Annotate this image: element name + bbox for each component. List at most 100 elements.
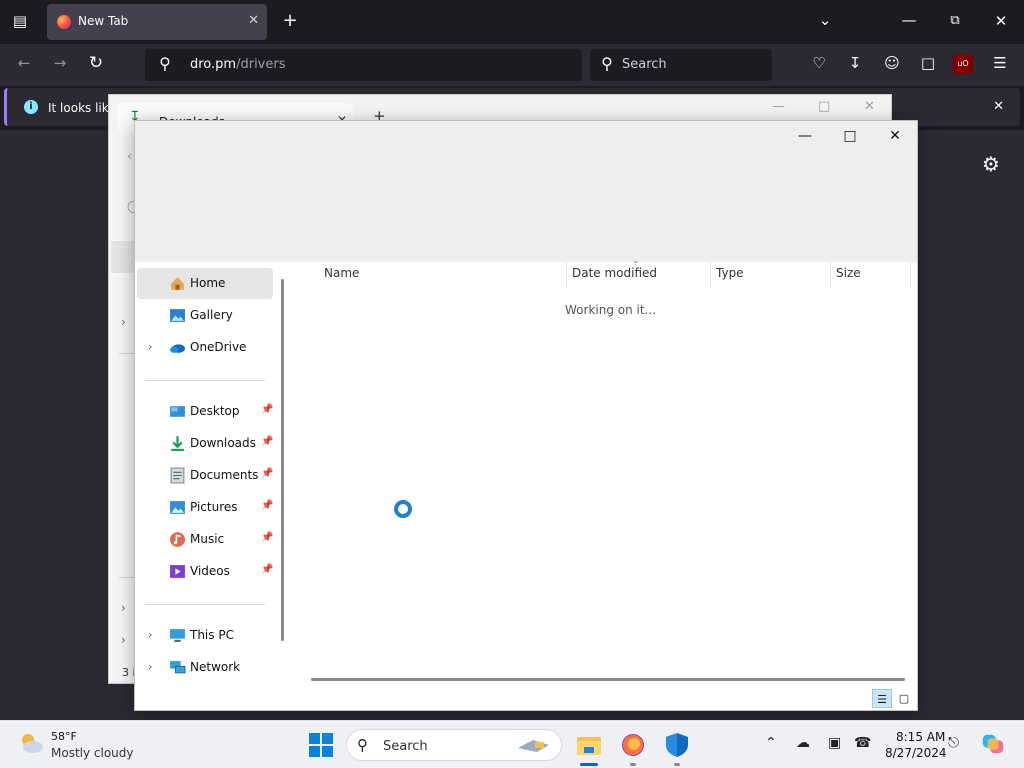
nav-item-network[interactable]: › Network [137, 652, 273, 683]
defender-shield-icon[interactable] [663, 731, 691, 759]
tiles-view-icon[interactable]: ▢ [894, 689, 914, 708]
extensions-icon[interactable]: □ [917, 53, 939, 75]
restore-icon[interactable]: ⧉ [944, 11, 966, 33]
close-window-icon[interactable]: ✕ [864, 99, 875, 114]
clock-time[interactable]: 8:15 AM [896, 730, 945, 744]
close-notification-icon[interactable]: ✕ [993, 99, 1004, 114]
chevron-right-icon[interactable]: › [121, 315, 126, 329]
forward-arrow-icon[interactable]: → [49, 53, 71, 75]
network-icon [170, 661, 186, 674]
details-view-icon[interactable]: ☰ [872, 689, 892, 708]
back-arrow-icon[interactable]: ← [13, 53, 35, 75]
minimize-icon[interactable]: — [898, 10, 920, 32]
pin-icon[interactable]: 📌 [261, 564, 273, 575]
start-tile [322, 746, 333, 757]
document-icon [170, 467, 185, 484]
pin-icon[interactable]: 📌 [261, 404, 273, 415]
nav-label: Network [190, 660, 241, 674]
taskbar-search[interactable]: ⚲ Search [346, 729, 562, 761]
loading-spinner-icon [394, 500, 412, 518]
pin-icon[interactable]: 📌 [261, 468, 273, 479]
maximize-icon[interactable]: □ [830, 125, 870, 147]
copilot-icon[interactable] [980, 731, 1006, 757]
column-header-name[interactable]: Name [324, 266, 359, 290]
file-list: Name ⌄ Date modified Type Size Working o… [290, 256, 917, 688]
nav-item-pictures[interactable]: Pictures 📌 [137, 492, 273, 523]
search-highlight-icon [518, 740, 549, 752]
pocket-icon[interactable]: ♡ [808, 53, 830, 75]
weather-temperature[interactable]: 58°F [51, 730, 77, 743]
divider [145, 604, 265, 605]
weather-condition[interactable]: Mostly cloudy [51, 746, 134, 760]
url-bar[interactable]: ⚲ dro.pm/drivers [145, 49, 582, 81]
search-icon: ⚲ [601, 54, 613, 73]
nav-label: Desktop [190, 404, 240, 418]
menu-hamburger-icon[interactable]: ☰ [989, 53, 1011, 75]
pin-icon[interactable]: 📌 [261, 532, 273, 543]
search-icon: ⚲ [159, 54, 171, 73]
close-window-icon[interactable]: ✕ [875, 125, 915, 147]
nav-item-gallery[interactable]: Gallery [137, 300, 273, 331]
cloud-offline-icon[interactable]: ☁ [796, 735, 810, 751]
divider [910, 262, 911, 288]
tab-title: New Tab [78, 14, 129, 28]
nav-item-desktop[interactable]: Desktop 📌 [137, 396, 273, 427]
network-status-icon[interactable]: ☎ [854, 735, 871, 751]
new-tab-plus-icon[interactable]: + [279, 11, 301, 33]
start-tile [309, 746, 320, 757]
horizontal-scrollbar[interactable] [311, 678, 905, 681]
partly-cloudy-icon [22, 734, 43, 753]
column-header-type[interactable]: Type [716, 266, 744, 290]
chevron-up-icon[interactable]: ⌃ [765, 735, 777, 751]
firefox-icon[interactable] [619, 731, 647, 759]
clock-date[interactable]: 8/27/2024 [885, 746, 947, 760]
bg-nav-strip: ‹ ◯ › › › 3 i [109, 131, 140, 681]
ublock-icon[interactable]: uO [953, 54, 973, 74]
notification-bell-icon[interactable]: ⎋ [948, 735, 959, 751]
nav-item-onedrive[interactable]: › OneDrive [137, 332, 273, 363]
picture-icon [170, 501, 185, 514]
tab-list-icon[interactable]: ▤ [9, 11, 31, 33]
reload-icon[interactable]: ↻ [85, 53, 107, 75]
chevron-right-icon[interactable]: › [121, 601, 126, 615]
downloads-icon[interactable]: ↧ [844, 53, 866, 75]
nav-item-home[interactable]: Home [137, 268, 273, 299]
gear-icon[interactable]: ⚙ [982, 152, 1000, 176]
file-dialog-window[interactable]: — □ ✕ Home Gallery › OneDrive Desktop 📌 … [134, 120, 918, 711]
tab-new-tab[interactable]: New Tab ✕ [47, 4, 267, 40]
chevron-right-icon[interactable]: › [148, 340, 152, 353]
nav-item-downloads[interactable]: Downloads 📌 [137, 428, 273, 459]
web-search-bar[interactable]: ⚲ Search [590, 49, 772, 81]
chevron-down-icon[interactable]: ⌄ [814, 10, 836, 32]
nav-item-videos[interactable]: Videos 📌 [137, 556, 273, 587]
browser-tabbar: ▤ New Tab ✕ + ⌄ — ⧉ ✕ [0, 0, 1024, 44]
nav-item-music[interactable]: Music 📌 [137, 524, 273, 555]
chevron-right-icon[interactable]: › [148, 628, 152, 641]
column-header-date-modified[interactable]: Date modified [572, 266, 657, 290]
nav-label: OneDrive [190, 340, 247, 354]
pin-icon[interactable]: 📌 [261, 436, 273, 447]
file-explorer-icon[interactable] [575, 731, 603, 759]
column-header-size[interactable]: Size [836, 266, 861, 290]
maximize-icon[interactable]: □ [818, 99, 830, 114]
back-arrow-icon[interactable]: ‹ [127, 149, 132, 163]
close-window-icon[interactable]: ✕ [990, 11, 1012, 33]
account-icon[interactable]: ☺ [881, 53, 903, 75]
notification-text: It looks like [48, 101, 116, 115]
nav-item-documents[interactable]: Documents 📌 [137, 460, 273, 491]
nav-item-this-pc[interactable]: › This PC [137, 620, 273, 651]
minimize-icon[interactable]: — [785, 125, 825, 147]
sort-chevron-icon: ⌄ [632, 256, 640, 266]
device-icon[interactable]: ▣ [828, 735, 841, 751]
chevron-right-icon[interactable]: › [121, 633, 126, 647]
minimize-icon[interactable]: — [772, 99, 785, 114]
more-options-icon[interactable]: … [893, 103, 906, 118]
chevron-right-icon[interactable]: › [148, 660, 152, 673]
windows-start-icon[interactable] [309, 733, 333, 757]
music-icon [170, 532, 185, 547]
close-tab-icon[interactable]: ✕ [248, 13, 259, 28]
search-icon: ⚲ [357, 736, 368, 754]
taskbar-search-label: Search [383, 739, 428, 754]
pin-icon[interactable]: 📌 [261, 500, 273, 511]
nav-scrollbar[interactable] [281, 279, 284, 641]
